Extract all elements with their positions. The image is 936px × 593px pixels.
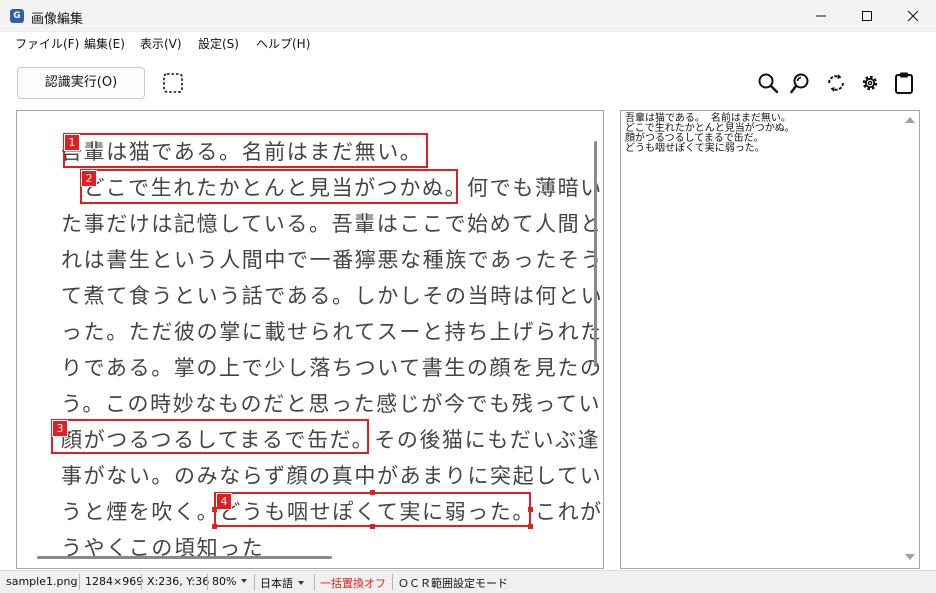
region-select-icon[interactable] (162, 72, 184, 94)
region-number: 1 (64, 134, 80, 151)
ocr-region-4-selected[interactable] (214, 492, 531, 527)
resize-handle-bottom[interactable] (370, 524, 375, 529)
document-line: て煮て食うという話である。しかしその当時は何とい (61, 284, 604, 308)
minimize-icon (816, 15, 826, 17)
image-view[interactable]: 吾輩は猫である。名前はまだ無い。 どこで生れたかとんと見当がつかぬ。何でも薄暗い… (16, 110, 604, 569)
close-button[interactable] (890, 0, 936, 32)
zoom-in-icon (758, 73, 779, 94)
menu-settings[interactable]: 設定(S) (198, 35, 239, 52)
status-cursor-position: X:236, Y:36 (147, 575, 210, 588)
status-separator (314, 574, 315, 590)
gear-icon (862, 75, 878, 91)
status-mode: ＯＣＲ範囲設定モード (398, 577, 508, 590)
maximize-icon (862, 11, 872, 21)
scroll-down-arrow-icon[interactable] (905, 554, 915, 560)
resize-handle-right[interactable] (528, 507, 533, 512)
ocr-text-line: どうも咽せぽくて実に弱った。 (625, 143, 765, 154)
rotate-button[interactable] (823, 70, 849, 96)
app-icon: G (10, 9, 24, 23)
ocr-region-1[interactable] (63, 133, 428, 168)
image-vertical-scrollbar[interactable] (594, 141, 597, 367)
settings-button[interactable] (857, 70, 883, 96)
zoom-dropdown[interactable]: 80% (212, 575, 248, 588)
chevron-down-icon (298, 581, 304, 585)
resize-handle-bottom-right[interactable] (528, 524, 533, 529)
region-number: 3 (52, 420, 68, 437)
run-ocr-button[interactable]: 認識実行(O) (17, 67, 145, 99)
menu-file[interactable]: ファイル(F) (15, 35, 79, 52)
image-horizontal-scrollbar[interactable] (37, 556, 332, 559)
replace-mode-toggle[interactable]: 一括置換オフ (320, 575, 386, 591)
title-bar: G 画像編集 (0, 0, 936, 32)
status-separator (141, 574, 142, 590)
ocr-region-2[interactable] (80, 169, 458, 204)
toolbar: 認識実行(O) (0, 58, 936, 106)
resize-handle-bottom-left[interactable] (212, 524, 217, 529)
language-value: 日本語 (260, 577, 293, 590)
document-line: れは書生という人間中で一番獰悪な種族であったそう (61, 248, 604, 272)
rotate-icon (828, 74, 844, 92)
zoom-in-button[interactable] (755, 70, 781, 96)
menu-view[interactable]: 表示(V) (140, 35, 182, 52)
document-line: りである。掌の上で少し落ちついて書生の顔を見たの (61, 356, 603, 380)
status-separator (254, 574, 255, 590)
minimize-button[interactable] (798, 0, 844, 32)
close-icon (907, 10, 919, 22)
menu-bar: ファイル(F) 編集(E) 表示(V) 設定(S) ヘルプ(H) (0, 32, 936, 54)
menu-help[interactable]: ヘルプ(H) (256, 35, 310, 52)
zoom-out-icon (790, 73, 809, 94)
zoom-value: 80% (212, 575, 237, 588)
zoom-out-button[interactable] (788, 70, 814, 96)
ocr-region-3[interactable] (51, 419, 369, 454)
window-title: 画像編集 (31, 12, 84, 27)
menu-edit[interactable]: 編集(E) (84, 35, 125, 52)
resize-handle-top[interactable] (370, 490, 375, 495)
status-separator (392, 574, 393, 590)
resize-handle-left[interactable] (212, 507, 217, 512)
status-dimensions: 1284×969 (85, 575, 144, 588)
document-line: う。この時妙なものだと思った感じが今でも残ってい (61, 392, 602, 416)
language-dropdown[interactable]: 日本語 (260, 575, 304, 591)
status-filename: sample1.png (6, 575, 78, 588)
region-number: 4 (216, 493, 232, 510)
chevron-down-icon (241, 579, 248, 583)
status-bar: sample1.png 1284×969 X:236, Y:36 80% 日本語… (0, 570, 936, 593)
document-line: った。ただ彼の掌に載せられてスーと持ち上げられた (61, 320, 603, 344)
clipboard-button[interactable] (891, 70, 917, 96)
ocr-text-area[interactable]: 吾輩は猫である。 名前はまだ無い。 どこで生れたかとんと見当がつかぬ。 顔がつる… (620, 110, 920, 569)
status-separator (207, 574, 208, 590)
status-separator (79, 574, 80, 590)
maximize-button[interactable] (844, 0, 890, 32)
scroll-up-arrow-icon[interactable] (905, 117, 915, 123)
document-line: た事だけは記憶している。吾輩はここで始めて人間と (61, 212, 603, 236)
region-number: 2 (81, 170, 97, 187)
clipboard-icon (895, 72, 913, 94)
document-line: 事がない。のみならず顔の真中があまりに突起してい (61, 464, 603, 488)
